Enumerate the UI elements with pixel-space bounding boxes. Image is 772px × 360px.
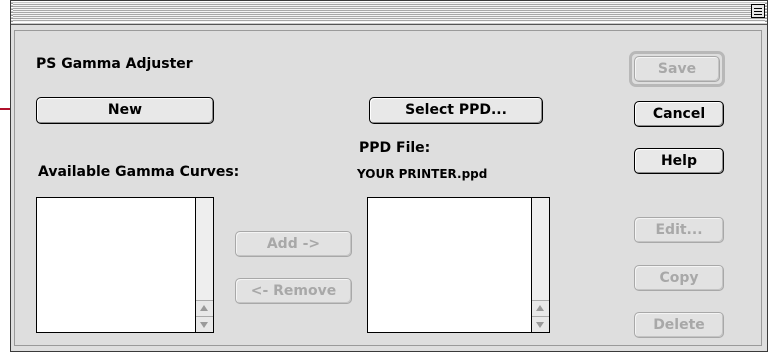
ppd-curves-list[interactable] bbox=[367, 197, 550, 333]
remove-button[interactable]: <- Remove bbox=[235, 278, 352, 304]
scroll-down-arrow-icon[interactable] bbox=[196, 316, 213, 332]
edit-button[interactable]: Edit... bbox=[634, 217, 724, 243]
dialog-content: PS Gamma Adjuster New Select PPD... Save… bbox=[11, 25, 767, 351]
scroll-up-arrow-icon[interactable] bbox=[532, 300, 549, 316]
ppd-filename: YOUR PRINTER.ppd bbox=[357, 167, 488, 181]
scroll-down-arrow-icon[interactable] bbox=[532, 316, 549, 332]
new-button[interactable]: New bbox=[36, 97, 214, 124]
add-button[interactable]: Add -> bbox=[235, 231, 352, 257]
cancel-button[interactable]: Cancel bbox=[634, 101, 724, 127]
select-ppd-button[interactable]: Select PPD... bbox=[369, 97, 543, 124]
save-button[interactable]: Save bbox=[634, 56, 720, 82]
dialog-window: PS Gamma Adjuster New Select PPD... Save… bbox=[10, 0, 768, 352]
dialog-title: PS Gamma Adjuster bbox=[36, 56, 193, 72]
ppd-file-label: PPD File: bbox=[359, 140, 431, 156]
delete-button[interactable]: Delete bbox=[634, 312, 724, 338]
available-curves-label: Available Gamma Curves: bbox=[38, 164, 240, 180]
collapse-box-icon[interactable] bbox=[751, 4, 765, 18]
scroll-up-arrow-icon[interactable] bbox=[196, 300, 213, 316]
help-button[interactable]: Help bbox=[634, 148, 724, 174]
available-curves-scrollbar[interactable] bbox=[195, 198, 213, 332]
copy-button[interactable]: Copy bbox=[634, 265, 724, 291]
ppd-curves-scrollbar[interactable] bbox=[531, 198, 549, 332]
title-bar[interactable] bbox=[11, 1, 767, 25]
available-curves-list[interactable] bbox=[36, 197, 214, 333]
title-bar-stripes bbox=[13, 3, 765, 22]
